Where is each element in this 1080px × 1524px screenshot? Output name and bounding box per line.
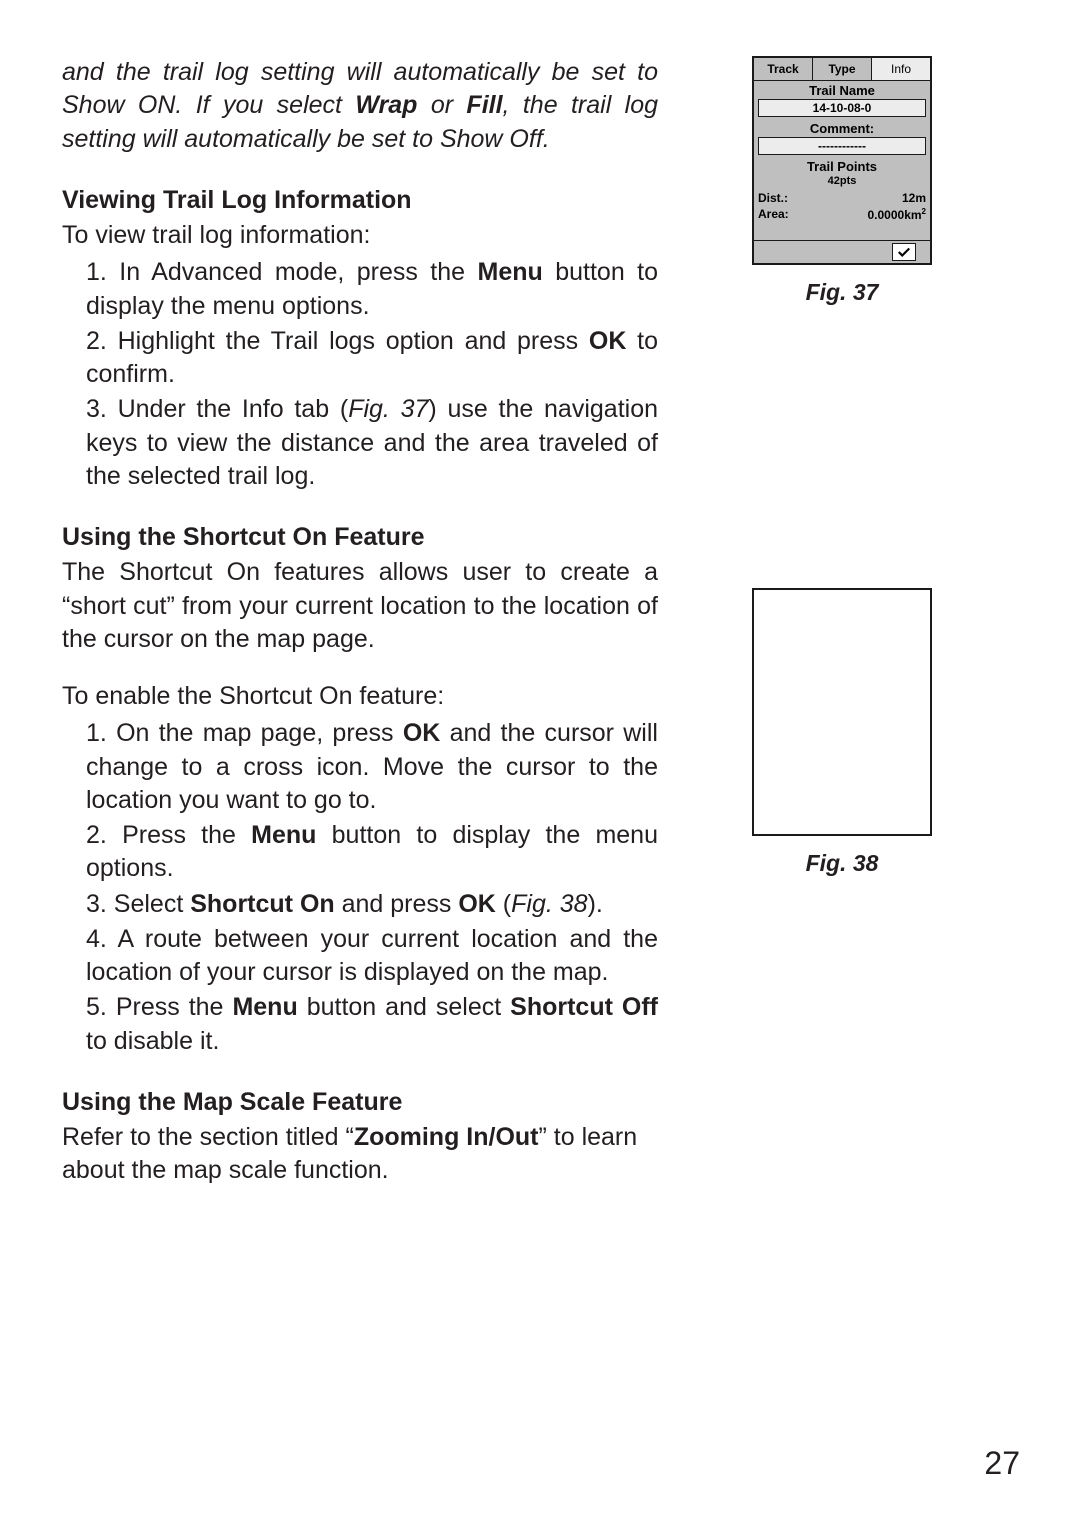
sc5-menu: Menu	[232, 993, 297, 1021]
fig37-tab-bar: Track Type Info	[754, 58, 930, 81]
intro-fill-word: Fill	[466, 91, 502, 119]
trail-points-value: 42pts	[754, 174, 930, 190]
sc3-f: ).	[588, 890, 603, 918]
text-column: and the trail log setting will automatic…	[62, 56, 658, 1464]
step2-ok: OK	[589, 327, 627, 355]
step-3: 3. Under the Info tab (Fig. 37) use the …	[86, 393, 658, 493]
lead2-shortcut-on: To enable the Shortcut On feature:	[62, 680, 658, 713]
sc3-shortcut-on: Shortcut On	[190, 890, 334, 918]
steps-viewing-trail-log: 1. In Advanced mode, press the Menu butt…	[62, 256, 658, 493]
trail-points-label: Trail Points	[758, 159, 926, 174]
sc2-a: 2. Press the	[86, 821, 251, 849]
sc-step-4: 4. A route between your current location…	[86, 923, 658, 990]
tab-track: Track	[754, 58, 813, 80]
sc5-c: button and select	[298, 993, 510, 1021]
scale-zoom-ref: Zooming In/Out	[354, 1123, 539, 1151]
intro-paragraph: and the trail log setting will automatic…	[62, 56, 658, 156]
comment-label: Comment:	[758, 121, 926, 136]
steps-shortcut-on: 1. On the map page, press OK and the cur…	[62, 717, 658, 1058]
lead-shortcut-on: The Shortcut On features allows user to …	[62, 556, 658, 656]
manual-page: and the trail log setting will automatic…	[0, 0, 1080, 1524]
figure-38: Fig. 38	[752, 588, 932, 877]
sc-step-2: 2. Press the Menu button to display the …	[86, 819, 658, 886]
fig37-comment-section: Comment: ------------	[754, 119, 930, 157]
scale-a: Refer to the section titled “	[62, 1123, 354, 1151]
step-2: 2. Highlight the Trail logs option and p…	[86, 325, 658, 392]
area-label: Area:	[758, 207, 789, 222]
sc3-ok: OK	[458, 890, 496, 918]
lead-viewing-trail-log: To view trail log information:	[62, 219, 658, 252]
device-screen-fig38	[752, 588, 932, 836]
sc3-fig-ref: Fig. 38	[511, 890, 587, 918]
step1-menu: Menu	[478, 258, 543, 286]
page-number: 27	[984, 1445, 1020, 1482]
comment-field: ------------	[758, 137, 926, 155]
tab-type: Type	[813, 58, 872, 80]
sc1-ok: OK	[403, 719, 441, 747]
sc5-shortcut-off: Shortcut Off	[510, 993, 658, 1021]
figure-37-caption: Fig. 37	[752, 279, 932, 306]
body-map-scale: Refer to the section titled “Zooming In/…	[62, 1121, 658, 1188]
step3-fig-ref: Fig. 37	[348, 395, 428, 423]
sc-step-5: 5. Press the Menu button and select Shor…	[86, 991, 658, 1058]
step2-a: 2. Highlight the Trail logs option and p…	[86, 327, 589, 355]
tab-info: Info	[872, 58, 930, 80]
heading-shortcut-on: Using the Shortcut On Feature	[62, 521, 658, 554]
heading-map-scale: Using the Map Scale Feature	[62, 1086, 658, 1119]
step-1: 1. In Advanced mode, press the Menu butt…	[86, 256, 658, 323]
fig37-trail-points-section: Trail Points	[754, 157, 930, 174]
fig37-footer	[754, 240, 930, 263]
trail-name-field: 14-10-08-0	[758, 99, 926, 117]
sc-step-1: 1. On the map page, press OK and the cur…	[86, 717, 658, 817]
confirm-check-icon	[892, 243, 916, 261]
step1-a: 1. In Advanced mode, press the	[86, 258, 478, 286]
figure-37: Track Type Info Trail Name 14-10-08-0 Co…	[752, 56, 932, 306]
sc5-e: to disable it.	[86, 1027, 219, 1055]
sc3-c: and press	[335, 890, 459, 918]
figure-column: Track Type Info Trail Name 14-10-08-0 Co…	[658, 56, 1020, 1464]
intro-text-mid: or	[417, 91, 466, 119]
heading-viewing-trail-log: Viewing Trail Log Information	[62, 184, 658, 217]
area-value-num: 0.0000km	[868, 208, 922, 222]
area-value: 0.0000km2	[868, 207, 927, 222]
sc3-e: (	[496, 890, 511, 918]
step3-a: 3. Under the Info tab (	[86, 395, 348, 423]
dist-value: 12m	[902, 191, 926, 205]
fig37-area-row: Area: 0.0000km2	[754, 206, 930, 240]
dist-label: Dist.:	[758, 191, 788, 205]
sc3-a: 3. Select	[86, 890, 190, 918]
sc-step-3: 3. Select Shortcut On and press OK (Fig.…	[86, 888, 658, 921]
sc2-menu: Menu	[251, 821, 316, 849]
sc5-a: 5. Press the	[86, 993, 232, 1021]
sc1-a: 1. On the map page, press	[86, 719, 403, 747]
area-value-sup: 2	[922, 207, 926, 216]
intro-wrap-word: Wrap	[355, 91, 417, 119]
device-screen-fig37: Track Type Info Trail Name 14-10-08-0 Co…	[752, 56, 932, 265]
figure-38-caption: Fig. 38	[752, 850, 932, 877]
trail-name-label: Trail Name	[758, 83, 926, 98]
fig37-dist-row: Dist.: 12m	[754, 190, 930, 206]
fig37-trail-name-section: Trail Name 14-10-08-0	[754, 81, 930, 119]
